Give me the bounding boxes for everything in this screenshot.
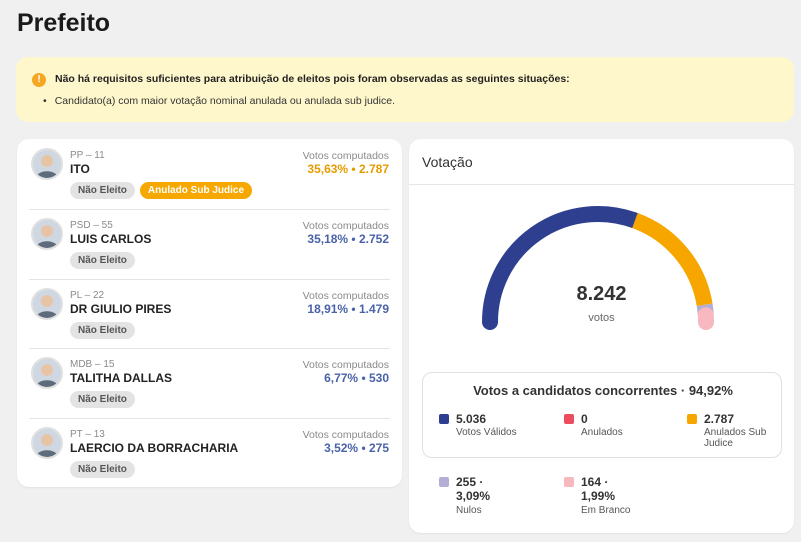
person-icon <box>33 220 61 248</box>
stat-label: Em Branco <box>581 505 631 516</box>
legend-swatch <box>439 477 449 487</box>
candidate-name: TALITHA DALLAS <box>70 371 172 385</box>
person-icon <box>33 429 61 457</box>
candidate-row[interactable]: MDB – 15 TALITHA DALLAS Votos computados 6,… <box>17 350 402 420</box>
votes-summary: Votos a candidatos concorrentes · 94,92%… <box>422 372 782 516</box>
badges: Não Eleito <box>70 461 135 478</box>
stat-label: Votos Válidos <box>456 427 517 438</box>
badges: Não Eleito Anulado Sub Judice <box>70 182 253 199</box>
candidate-name: LUIS CARLOS <box>70 232 152 246</box>
stat-value: 164 · 1,99% <box>581 475 616 503</box>
person-icon <box>33 150 61 178</box>
status-badge: Não Eleito <box>70 322 135 339</box>
divider <box>29 209 390 210</box>
votes-value: 18,91% • 1.479 <box>307 302 389 316</box>
votes-label: Votos computados <box>302 429 389 441</box>
legend-swatch <box>564 414 574 424</box>
stat-value: 2.787 <box>704 412 735 426</box>
status-badge: Não Eleito <box>70 182 135 199</box>
candidate-row[interactable]: PP – 11 ITO Votos computados 35,63% • 2.787… <box>17 141 402 211</box>
stat-label: Nulos <box>456 505 482 516</box>
votes-label: Votos computados <box>302 220 389 232</box>
candidate-avatar <box>31 218 63 250</box>
votes-label: Votos computados <box>302 290 389 302</box>
candidate-avatar <box>31 288 63 320</box>
summary-title: Votos a candidatos concorrentes · 94,92% <box>473 383 733 398</box>
stat-value: 5.036 <box>456 412 487 426</box>
candidate-avatar <box>31 357 63 389</box>
candidate-party: PT – 13 <box>70 429 105 440</box>
candidate-avatar <box>31 148 63 180</box>
candidates-card: PP – 11 ITO Votos computados 35,63% • 2.787… <box>17 139 402 487</box>
divider <box>29 348 390 349</box>
stat-value: 255 · 3,09% <box>456 475 491 503</box>
divider <box>29 418 390 419</box>
alert-bullet: Candidato(a) com maior votação nominal a… <box>43 95 395 107</box>
votes-value: 6,77% • 530 <box>324 371 389 385</box>
stat-label: Anulados <box>581 427 623 438</box>
candidate-row[interactable]: PSD – 55 LUIS CARLOS Votos computados 35,18… <box>17 211 402 281</box>
warning-icon: ! <box>32 73 46 87</box>
annulled-badge: Anulado Sub Judice <box>139 182 253 199</box>
status-badge: Não Eleito <box>70 461 135 478</box>
status-badge: Não Eleito <box>70 252 135 269</box>
badges: Não Eleito <box>70 391 135 408</box>
candidate-party: PSD – 55 <box>70 220 113 231</box>
votacao-card: Votação 8.242 votos Votos a candidatos c… <box>409 139 794 533</box>
total-votes-label: votos <box>588 312 615 324</box>
stat-label: Anulados Sub Judice <box>704 427 767 449</box>
stat-value: 0 <box>581 412 588 426</box>
candidate-row[interactable]: PL – 22 DR GIULIO PIRES Votos computados 18… <box>17 281 402 351</box>
legend-swatch <box>564 477 574 487</box>
total-votes-value: 8.242 <box>576 283 627 305</box>
candidate-row[interactable]: PT – 13 LAERCIO DA BORRACHARIA Votos compu… <box>17 420 402 490</box>
votacao-title: Votação <box>422 154 473 170</box>
divider <box>29 279 390 280</box>
person-icon <box>33 359 61 387</box>
candidate-name: DR GIULIO PIRES <box>70 302 172 316</box>
person-icon <box>33 290 61 318</box>
candidate-party: PL – 22 <box>70 290 105 301</box>
divider <box>409 184 794 185</box>
badges: Não Eleito <box>70 322 135 339</box>
candidate-party: PP – 11 <box>70 150 105 161</box>
candidate-avatar <box>31 427 63 459</box>
votes-value: 35,63% • 2.787 <box>307 162 389 176</box>
legend-swatch <box>687 414 697 424</box>
candidate-name: LAERCIO DA BORRACHARIA <box>70 441 239 455</box>
votes-label: Votos computados <box>302 359 389 371</box>
page-title: Prefeito <box>17 9 111 37</box>
alert-title: Não há requisitos suficientes para atrib… <box>55 73 570 85</box>
votes-value: 3,52% • 275 <box>324 441 389 455</box>
votes-label: Votos computados <box>302 150 389 162</box>
votes-value: 35,18% • 2.752 <box>307 232 389 246</box>
status-badge: Não Eleito <box>70 391 135 408</box>
candidate-party: MDB – 15 <box>70 359 115 370</box>
candidate-name: ITO <box>70 162 90 176</box>
warning-alert: ! Não há requisitos suficientes para atr… <box>16 57 794 122</box>
legend-swatch <box>439 414 449 424</box>
badges: Não Eleito <box>70 252 135 269</box>
